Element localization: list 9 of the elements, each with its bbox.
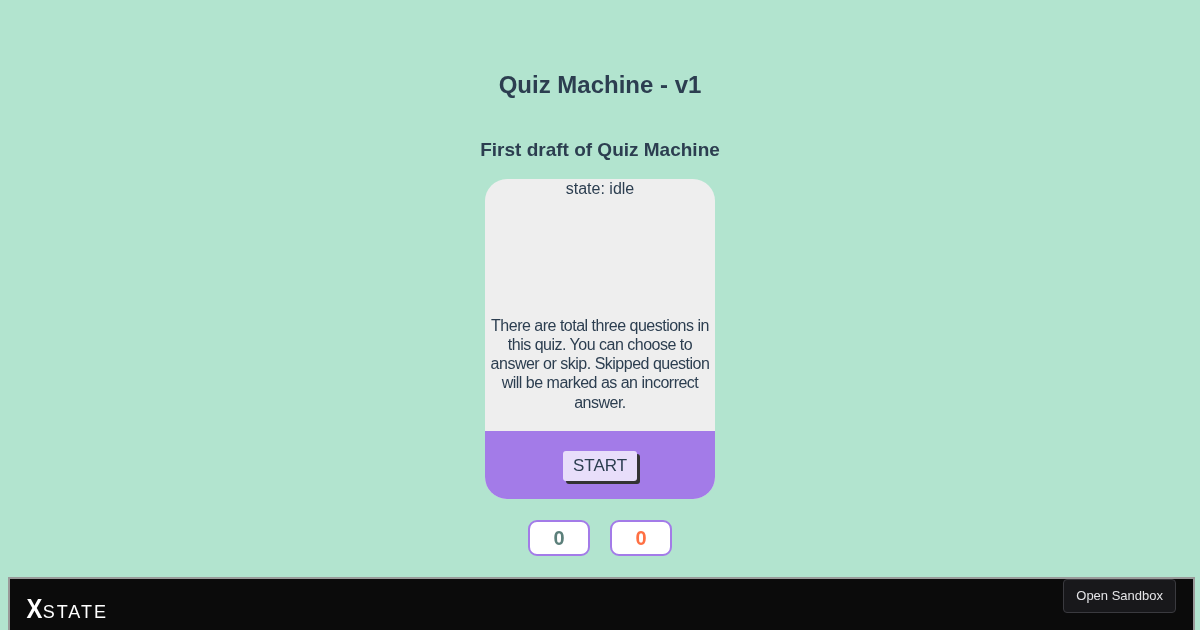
- quiz-description: There are total three questions in this quiz. You can choose to answer or skip. Skipped question will be marked as an incorrect answer.: [489, 315, 711, 412]
- start-button[interactable]: START: [562, 451, 638, 481]
- page-subtitle: First draft of Quiz Machine: [480, 138, 720, 162]
- open-sandbox-button[interactable]: Open Sandbox: [1063, 579, 1176, 613]
- score-counter: 0: [610, 520, 672, 556]
- score-counter: 0: [528, 520, 590, 556]
- xstate-logo: XSTATE: [25, 596, 109, 622]
- page-title: Quiz Machine - v1: [498, 70, 702, 100]
- state-label: state: idle: [565, 179, 635, 198]
